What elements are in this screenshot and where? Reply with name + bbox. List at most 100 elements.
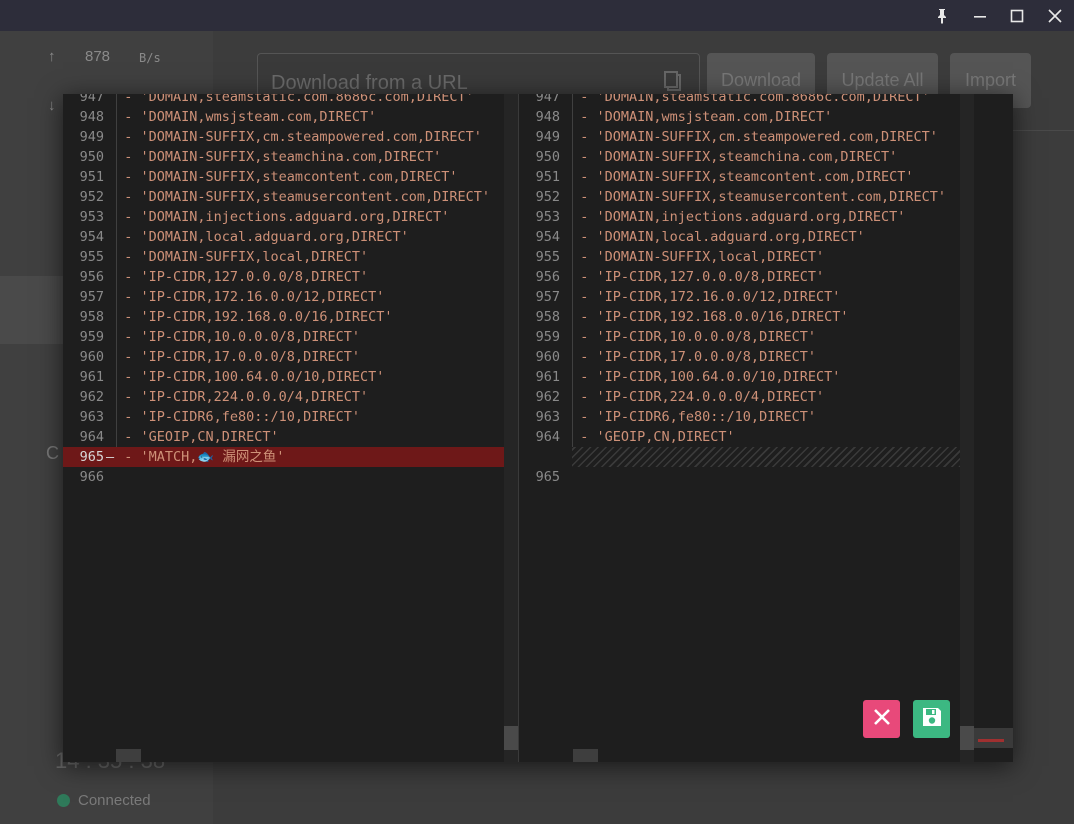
diff-line[interactable]: 964 - 'GEOIP,CN,DIRECT' [63,427,518,447]
maximize-icon[interactable] [999,0,1035,31]
diff-line[interactable]: 947 - 'DOMAIN,steamstatic.com.8686c.com,… [519,94,1013,107]
line-code: - 'DOMAIN,steamstatic.com.8686c.com,DIRE… [108,94,474,105]
line-code: - 'IP-CIDR,100.64.0.0/10,DIRECT' [108,369,385,385]
line-number: 948 [535,109,560,125]
line-code: - 'IP-CIDR,17.0.0.0/8,DIRECT' [564,349,816,365]
overview-ruler [974,728,1013,748]
diff-line[interactable]: 954 - 'DOMAIN,local.adguard.org,DIRECT' [519,227,1013,247]
line-number: 951 [535,169,560,185]
line-number: 955 [79,249,104,265]
diff-line[interactable]: 961 - 'IP-CIDR,100.64.0.0/10,DIRECT' [63,367,518,387]
line-number: 960 [535,349,560,365]
diff-line[interactable]: 952 - 'DOMAIN-SUFFIX,steamusercontent.co… [519,187,1013,207]
line-number: 960 [79,349,104,365]
diff-line[interactable]: 965 [519,467,1013,487]
cancel-button[interactable] [863,700,900,738]
line-code: - 'DOMAIN,local.adguard.org,DIRECT' [108,229,409,245]
line-code: - 'DOMAIN-SUFFIX,cm.steampowered.com,DIR… [108,129,482,145]
line-number: 953 [535,209,560,225]
diff-line[interactable]: 963 - 'IP-CIDR6,fe80::/10,DIRECT' [519,407,1013,427]
line-code: - 'DOMAIN,wmsjsteam.com,DIRECT' [108,109,377,125]
diff-line[interactable]: 954 - 'DOMAIN,local.adguard.org,DIRECT' [63,227,518,247]
diff-line[interactable]: 948 - 'DOMAIN,wmsjsteam.com,DIRECT' [63,107,518,127]
diff-line[interactable]: 963 - 'IP-CIDR6,fe80::/10,DIRECT' [63,407,518,427]
line-code: - 'IP-CIDR,192.168.0.0/16,DIRECT' [108,309,393,325]
line-number: 950 [535,149,560,165]
upload-arrow-icon: ↑ [48,48,56,65]
diff-line[interactable]: 951 - 'DOMAIN-SUFFIX,steamcontent.com,DI… [63,167,518,187]
line-number: 964 [535,429,560,445]
diff-line[interactable]: 958 - 'IP-CIDR,192.168.0.0/16,DIRECT' [63,307,518,327]
diff-line[interactable]: 956 - 'IP-CIDR,127.0.0.0/8,DIRECT' [519,267,1013,287]
diff-line-removed[interactable]: 965— - 'MATCH,🐟 漏网之鱼' [63,447,518,467]
line-number: 962 [535,389,560,405]
line-number: 965 [535,469,560,485]
minimize-icon[interactable] [962,0,998,31]
diff-modified-pane[interactable]: 947 - 'DOMAIN,steamstatic.com.8686c.com,… [519,94,1013,762]
close-icon[interactable] [1037,0,1073,31]
diff-line[interactable]: 957 - 'IP-CIDR,172.16.0.0/12,DIRECT' [519,287,1013,307]
line-code: - 'IP-CIDR,224.0.0.0/4,DIRECT' [564,389,825,405]
line-number: 948 [79,109,104,125]
diff-line[interactable]: 947 - 'DOMAIN,steamstatic.com.8686c.com,… [63,94,518,107]
left-scroll-thumb[interactable] [504,726,518,750]
line-number: 957 [79,289,104,305]
line-number: 950 [79,149,104,165]
diff-line[interactable]: 949 - 'DOMAIN-SUFFIX,cm.steampowered.com… [63,127,518,147]
diff-line[interactable]: 956 - 'IP-CIDR,127.0.0.0/8,DIRECT' [63,267,518,287]
paste-icon[interactable] [663,70,683,97]
line-code: - 'IP-CIDR,172.16.0.0/12,DIRECT' [108,289,385,305]
diff-line[interactable]: 964 - 'GEOIP,CN,DIRECT' [519,427,1013,447]
line-number: 963 [535,409,560,425]
diff-line[interactable]: 962 - 'IP-CIDR,224.0.0.0/4,DIRECT' [63,387,518,407]
line-number: 958 [535,309,560,325]
line-number: 966 [79,469,104,485]
line-code: - 'IP-CIDR,17.0.0.0/8,DIRECT' [108,349,360,365]
right-scroll-thumb[interactable] [960,726,974,750]
line-code: - 'IP-CIDR,100.64.0.0/10,DIRECT' [564,369,841,385]
diff-line[interactable]: 950 - 'DOMAIN-SUFFIX,steamchina.com,DIRE… [519,147,1013,167]
line-code: - 'IP-CIDR6,fe80::/10,DIRECT' [108,409,360,425]
line-code: - 'DOMAIN-SUFFIX,steamcontent.com,DIRECT… [564,169,914,185]
left-horizontal-scroll-thumb[interactable] [116,749,141,762]
line-code: - 'IP-CIDR,10.0.0.0/8,DIRECT' [564,329,816,345]
line-number: 956 [79,269,104,285]
line-code: - 'DOMAIN-SUFFIX,local,DIRECT' [564,249,825,265]
line-code: - 'MATCH,🐟 漏网之鱼' [108,449,285,465]
line-number: 965 [79,449,104,465]
diff-line[interactable]: 959 - 'IP-CIDR,10.0.0.0/8,DIRECT' [519,327,1013,347]
close-icon [872,707,892,732]
url-input-placeholder: Download from a URL [271,72,468,94]
diff-line[interactable]: 953 - 'DOMAIN,injections.adguard.org,DIR… [519,207,1013,227]
diff-original-pane[interactable]: 947 - 'DOMAIN,steamstatic.com.8686c.com,… [63,94,518,762]
diff-line[interactable]: 955 - 'DOMAIN-SUFFIX,local,DIRECT' [63,247,518,267]
line-code: - 'DOMAIN-SUFFIX,steamusercontent.com,DI… [108,189,491,205]
right-vertical-scrollbar[interactable] [960,94,974,762]
line-number: 963 [79,409,104,425]
diff-line[interactable]: 949 - 'DOMAIN-SUFFIX,cm.steampowered.com… [519,127,1013,147]
diff-line[interactable]: 950 - 'DOMAIN-SUFFIX,steamchina.com,DIRE… [63,147,518,167]
diff-line[interactable]: 962 - 'IP-CIDR,224.0.0.0/4,DIRECT' [519,387,1013,407]
upload-value: 878 [85,48,111,65]
diff-line[interactable]: 960 - 'IP-CIDR,17.0.0.0/8,DIRECT' [63,347,518,367]
diff-line[interactable]: 948 - 'DOMAIN,wmsjsteam.com,DIRECT' [519,107,1013,127]
upload-unit: B/s [139,51,161,65]
diff-line[interactable]: 957 - 'IP-CIDR,172.16.0.0/12,DIRECT' [63,287,518,307]
diff-line[interactable]: 952 - 'DOMAIN-SUFFIX,steamusercontent.co… [63,187,518,207]
diff-line[interactable]: 955 - 'DOMAIN-SUFFIX,local,DIRECT' [519,247,1013,267]
pin-icon[interactable] [924,0,960,31]
line-number: 961 [535,369,560,385]
diff-line[interactable]: 960 - 'IP-CIDR,17.0.0.0/8,DIRECT' [519,347,1013,367]
line-number: 954 [79,229,104,245]
left-vertical-scrollbar[interactable] [504,94,518,762]
diff-line[interactable]: 958 - 'IP-CIDR,192.168.0.0/16,DIRECT' [519,307,1013,327]
line-code: - 'DOMAIN,local.adguard.org,DIRECT' [564,229,865,245]
right-horizontal-scroll-thumb[interactable] [573,749,598,762]
diff-line[interactable]: 951 - 'DOMAIN-SUFFIX,steamcontent.com,DI… [519,167,1013,187]
line-number: 959 [535,329,560,345]
diff-line[interactable]: 959 - 'IP-CIDR,10.0.0.0/8,DIRECT' [63,327,518,347]
diff-line[interactable]: 953 - 'DOMAIN,injections.adguard.org,DIR… [63,207,518,227]
save-button[interactable] [913,700,950,738]
diff-line[interactable]: 966 [63,467,518,487]
diff-line[interactable]: 961 - 'IP-CIDR,100.64.0.0/10,DIRECT' [519,367,1013,387]
